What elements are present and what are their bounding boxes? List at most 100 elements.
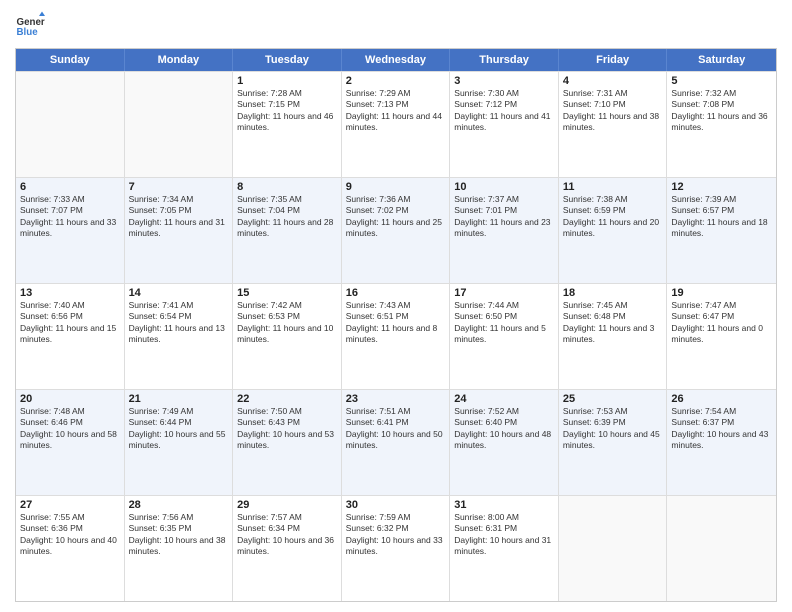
header-day-thursday: Thursday bbox=[450, 49, 559, 71]
day-cell-23: 23Sunrise: 7:51 AMSunset: 6:41 PMDayligh… bbox=[342, 390, 451, 495]
header-day-monday: Monday bbox=[125, 49, 234, 71]
day-detail: Sunrise: 7:40 AMSunset: 6:56 PMDaylight:… bbox=[20, 300, 120, 346]
day-number: 2 bbox=[346, 75, 446, 87]
empty-cell bbox=[667, 496, 776, 601]
day-number: 12 bbox=[671, 181, 772, 193]
day-cell-22: 22Sunrise: 7:50 AMSunset: 6:43 PMDayligh… bbox=[233, 390, 342, 495]
day-detail: Sunrise: 7:54 AMSunset: 6:37 PMDaylight:… bbox=[671, 406, 772, 452]
day-detail: Sunrise: 7:39 AMSunset: 6:57 PMDaylight:… bbox=[671, 194, 772, 240]
day-detail: Sunrise: 7:38 AMSunset: 6:59 PMDaylight:… bbox=[563, 194, 663, 240]
day-number: 19 bbox=[671, 287, 772, 299]
day-number: 25 bbox=[563, 393, 663, 405]
day-detail: Sunrise: 7:47 AMSunset: 6:47 PMDaylight:… bbox=[671, 300, 772, 346]
header-day-wednesday: Wednesday bbox=[342, 49, 451, 71]
logo-icon: General Blue bbox=[15, 10, 45, 40]
day-cell-28: 28Sunrise: 7:56 AMSunset: 6:35 PMDayligh… bbox=[125, 496, 234, 601]
day-cell-5: 5Sunrise: 7:32 AMSunset: 7:08 PMDaylight… bbox=[667, 72, 776, 177]
day-number: 27 bbox=[20, 499, 120, 511]
day-cell-29: 29Sunrise: 7:57 AMSunset: 6:34 PMDayligh… bbox=[233, 496, 342, 601]
day-cell-4: 4Sunrise: 7:31 AMSunset: 7:10 PMDaylight… bbox=[559, 72, 668, 177]
svg-text:Blue: Blue bbox=[17, 27, 39, 38]
day-cell-9: 9Sunrise: 7:36 AMSunset: 7:02 PMDaylight… bbox=[342, 178, 451, 283]
day-number: 1 bbox=[237, 75, 337, 87]
calendar-row-1: 6Sunrise: 7:33 AMSunset: 7:07 PMDaylight… bbox=[16, 177, 776, 283]
logo: General Blue bbox=[15, 10, 45, 40]
page-header: General Blue bbox=[15, 10, 777, 40]
calendar-row-2: 13Sunrise: 7:40 AMSunset: 6:56 PMDayligh… bbox=[16, 283, 776, 389]
day-cell-20: 20Sunrise: 7:48 AMSunset: 6:46 PMDayligh… bbox=[16, 390, 125, 495]
day-detail: Sunrise: 7:33 AMSunset: 7:07 PMDaylight:… bbox=[20, 194, 120, 240]
day-number: 18 bbox=[563, 287, 663, 299]
day-number: 26 bbox=[671, 393, 772, 405]
day-cell-3: 3Sunrise: 7:30 AMSunset: 7:12 PMDaylight… bbox=[450, 72, 559, 177]
day-number: 24 bbox=[454, 393, 554, 405]
day-number: 8 bbox=[237, 181, 337, 193]
day-cell-21: 21Sunrise: 7:49 AMSunset: 6:44 PMDayligh… bbox=[125, 390, 234, 495]
day-detail: Sunrise: 7:44 AMSunset: 6:50 PMDaylight:… bbox=[454, 300, 554, 346]
day-detail: Sunrise: 7:56 AMSunset: 6:35 PMDaylight:… bbox=[129, 512, 229, 558]
empty-cell bbox=[125, 72, 234, 177]
day-detail: Sunrise: 7:49 AMSunset: 6:44 PMDaylight:… bbox=[129, 406, 229, 452]
day-detail: Sunrise: 7:53 AMSunset: 6:39 PMDaylight:… bbox=[563, 406, 663, 452]
day-number: 9 bbox=[346, 181, 446, 193]
day-detail: Sunrise: 7:30 AMSunset: 7:12 PMDaylight:… bbox=[454, 88, 554, 134]
day-number: 23 bbox=[346, 393, 446, 405]
day-cell-16: 16Sunrise: 7:43 AMSunset: 6:51 PMDayligh… bbox=[342, 284, 451, 389]
day-cell-11: 11Sunrise: 7:38 AMSunset: 6:59 PMDayligh… bbox=[559, 178, 668, 283]
day-detail: Sunrise: 7:45 AMSunset: 6:48 PMDaylight:… bbox=[563, 300, 663, 346]
calendar-body: 1Sunrise: 7:28 AMSunset: 7:15 PMDaylight… bbox=[16, 71, 776, 601]
day-cell-19: 19Sunrise: 7:47 AMSunset: 6:47 PMDayligh… bbox=[667, 284, 776, 389]
day-cell-8: 8Sunrise: 7:35 AMSunset: 7:04 PMDaylight… bbox=[233, 178, 342, 283]
day-detail: Sunrise: 7:48 AMSunset: 6:46 PMDaylight:… bbox=[20, 406, 120, 452]
calendar-header: SundayMondayTuesdayWednesdayThursdayFrid… bbox=[16, 49, 776, 71]
day-detail: Sunrise: 7:36 AMSunset: 7:02 PMDaylight:… bbox=[346, 194, 446, 240]
header-day-friday: Friday bbox=[559, 49, 668, 71]
day-number: 14 bbox=[129, 287, 229, 299]
day-number: 6 bbox=[20, 181, 120, 193]
day-detail: Sunrise: 7:28 AMSunset: 7:15 PMDaylight:… bbox=[237, 88, 337, 134]
day-number: 20 bbox=[20, 393, 120, 405]
day-number: 21 bbox=[129, 393, 229, 405]
day-detail: Sunrise: 7:31 AMSunset: 7:10 PMDaylight:… bbox=[563, 88, 663, 134]
empty-cell bbox=[16, 72, 125, 177]
day-number: 7 bbox=[129, 181, 229, 193]
day-cell-14: 14Sunrise: 7:41 AMSunset: 6:54 PMDayligh… bbox=[125, 284, 234, 389]
day-number: 4 bbox=[563, 75, 663, 87]
day-cell-7: 7Sunrise: 7:34 AMSunset: 7:05 PMDaylight… bbox=[125, 178, 234, 283]
day-detail: Sunrise: 7:42 AMSunset: 6:53 PMDaylight:… bbox=[237, 300, 337, 346]
day-number: 28 bbox=[129, 499, 229, 511]
day-cell-12: 12Sunrise: 7:39 AMSunset: 6:57 PMDayligh… bbox=[667, 178, 776, 283]
empty-cell bbox=[559, 496, 668, 601]
header-day-sunday: Sunday bbox=[16, 49, 125, 71]
calendar-row-0: 1Sunrise: 7:28 AMSunset: 7:15 PMDaylight… bbox=[16, 71, 776, 177]
day-cell-31: 31Sunrise: 8:00 AMSunset: 6:31 PMDayligh… bbox=[450, 496, 559, 601]
day-detail: Sunrise: 7:35 AMSunset: 7:04 PMDaylight:… bbox=[237, 194, 337, 240]
day-cell-15: 15Sunrise: 7:42 AMSunset: 6:53 PMDayligh… bbox=[233, 284, 342, 389]
day-detail: Sunrise: 7:52 AMSunset: 6:40 PMDaylight:… bbox=[454, 406, 554, 452]
day-cell-17: 17Sunrise: 7:44 AMSunset: 6:50 PMDayligh… bbox=[450, 284, 559, 389]
day-number: 16 bbox=[346, 287, 446, 299]
day-number: 17 bbox=[454, 287, 554, 299]
day-cell-1: 1Sunrise: 7:28 AMSunset: 7:15 PMDaylight… bbox=[233, 72, 342, 177]
day-detail: Sunrise: 8:00 AMSunset: 6:31 PMDaylight:… bbox=[454, 512, 554, 558]
day-cell-26: 26Sunrise: 7:54 AMSunset: 6:37 PMDayligh… bbox=[667, 390, 776, 495]
day-number: 10 bbox=[454, 181, 554, 193]
day-detail: Sunrise: 7:41 AMSunset: 6:54 PMDaylight:… bbox=[129, 300, 229, 346]
day-number: 15 bbox=[237, 287, 337, 299]
day-number: 5 bbox=[671, 75, 772, 87]
day-cell-13: 13Sunrise: 7:40 AMSunset: 6:56 PMDayligh… bbox=[16, 284, 125, 389]
header-day-tuesday: Tuesday bbox=[233, 49, 342, 71]
day-number: 3 bbox=[454, 75, 554, 87]
header-day-saturday: Saturday bbox=[667, 49, 776, 71]
day-detail: Sunrise: 7:50 AMSunset: 6:43 PMDaylight:… bbox=[237, 406, 337, 452]
calendar: SundayMondayTuesdayWednesdayThursdayFrid… bbox=[15, 48, 777, 602]
day-cell-27: 27Sunrise: 7:55 AMSunset: 6:36 PMDayligh… bbox=[16, 496, 125, 601]
calendar-row-4: 27Sunrise: 7:55 AMSunset: 6:36 PMDayligh… bbox=[16, 495, 776, 601]
day-cell-30: 30Sunrise: 7:59 AMSunset: 6:32 PMDayligh… bbox=[342, 496, 451, 601]
day-detail: Sunrise: 7:51 AMSunset: 6:41 PMDaylight:… bbox=[346, 406, 446, 452]
day-number: 30 bbox=[346, 499, 446, 511]
day-detail: Sunrise: 7:43 AMSunset: 6:51 PMDaylight:… bbox=[346, 300, 446, 346]
day-number: 22 bbox=[237, 393, 337, 405]
day-cell-25: 25Sunrise: 7:53 AMSunset: 6:39 PMDayligh… bbox=[559, 390, 668, 495]
day-detail: Sunrise: 7:32 AMSunset: 7:08 PMDaylight:… bbox=[671, 88, 772, 134]
